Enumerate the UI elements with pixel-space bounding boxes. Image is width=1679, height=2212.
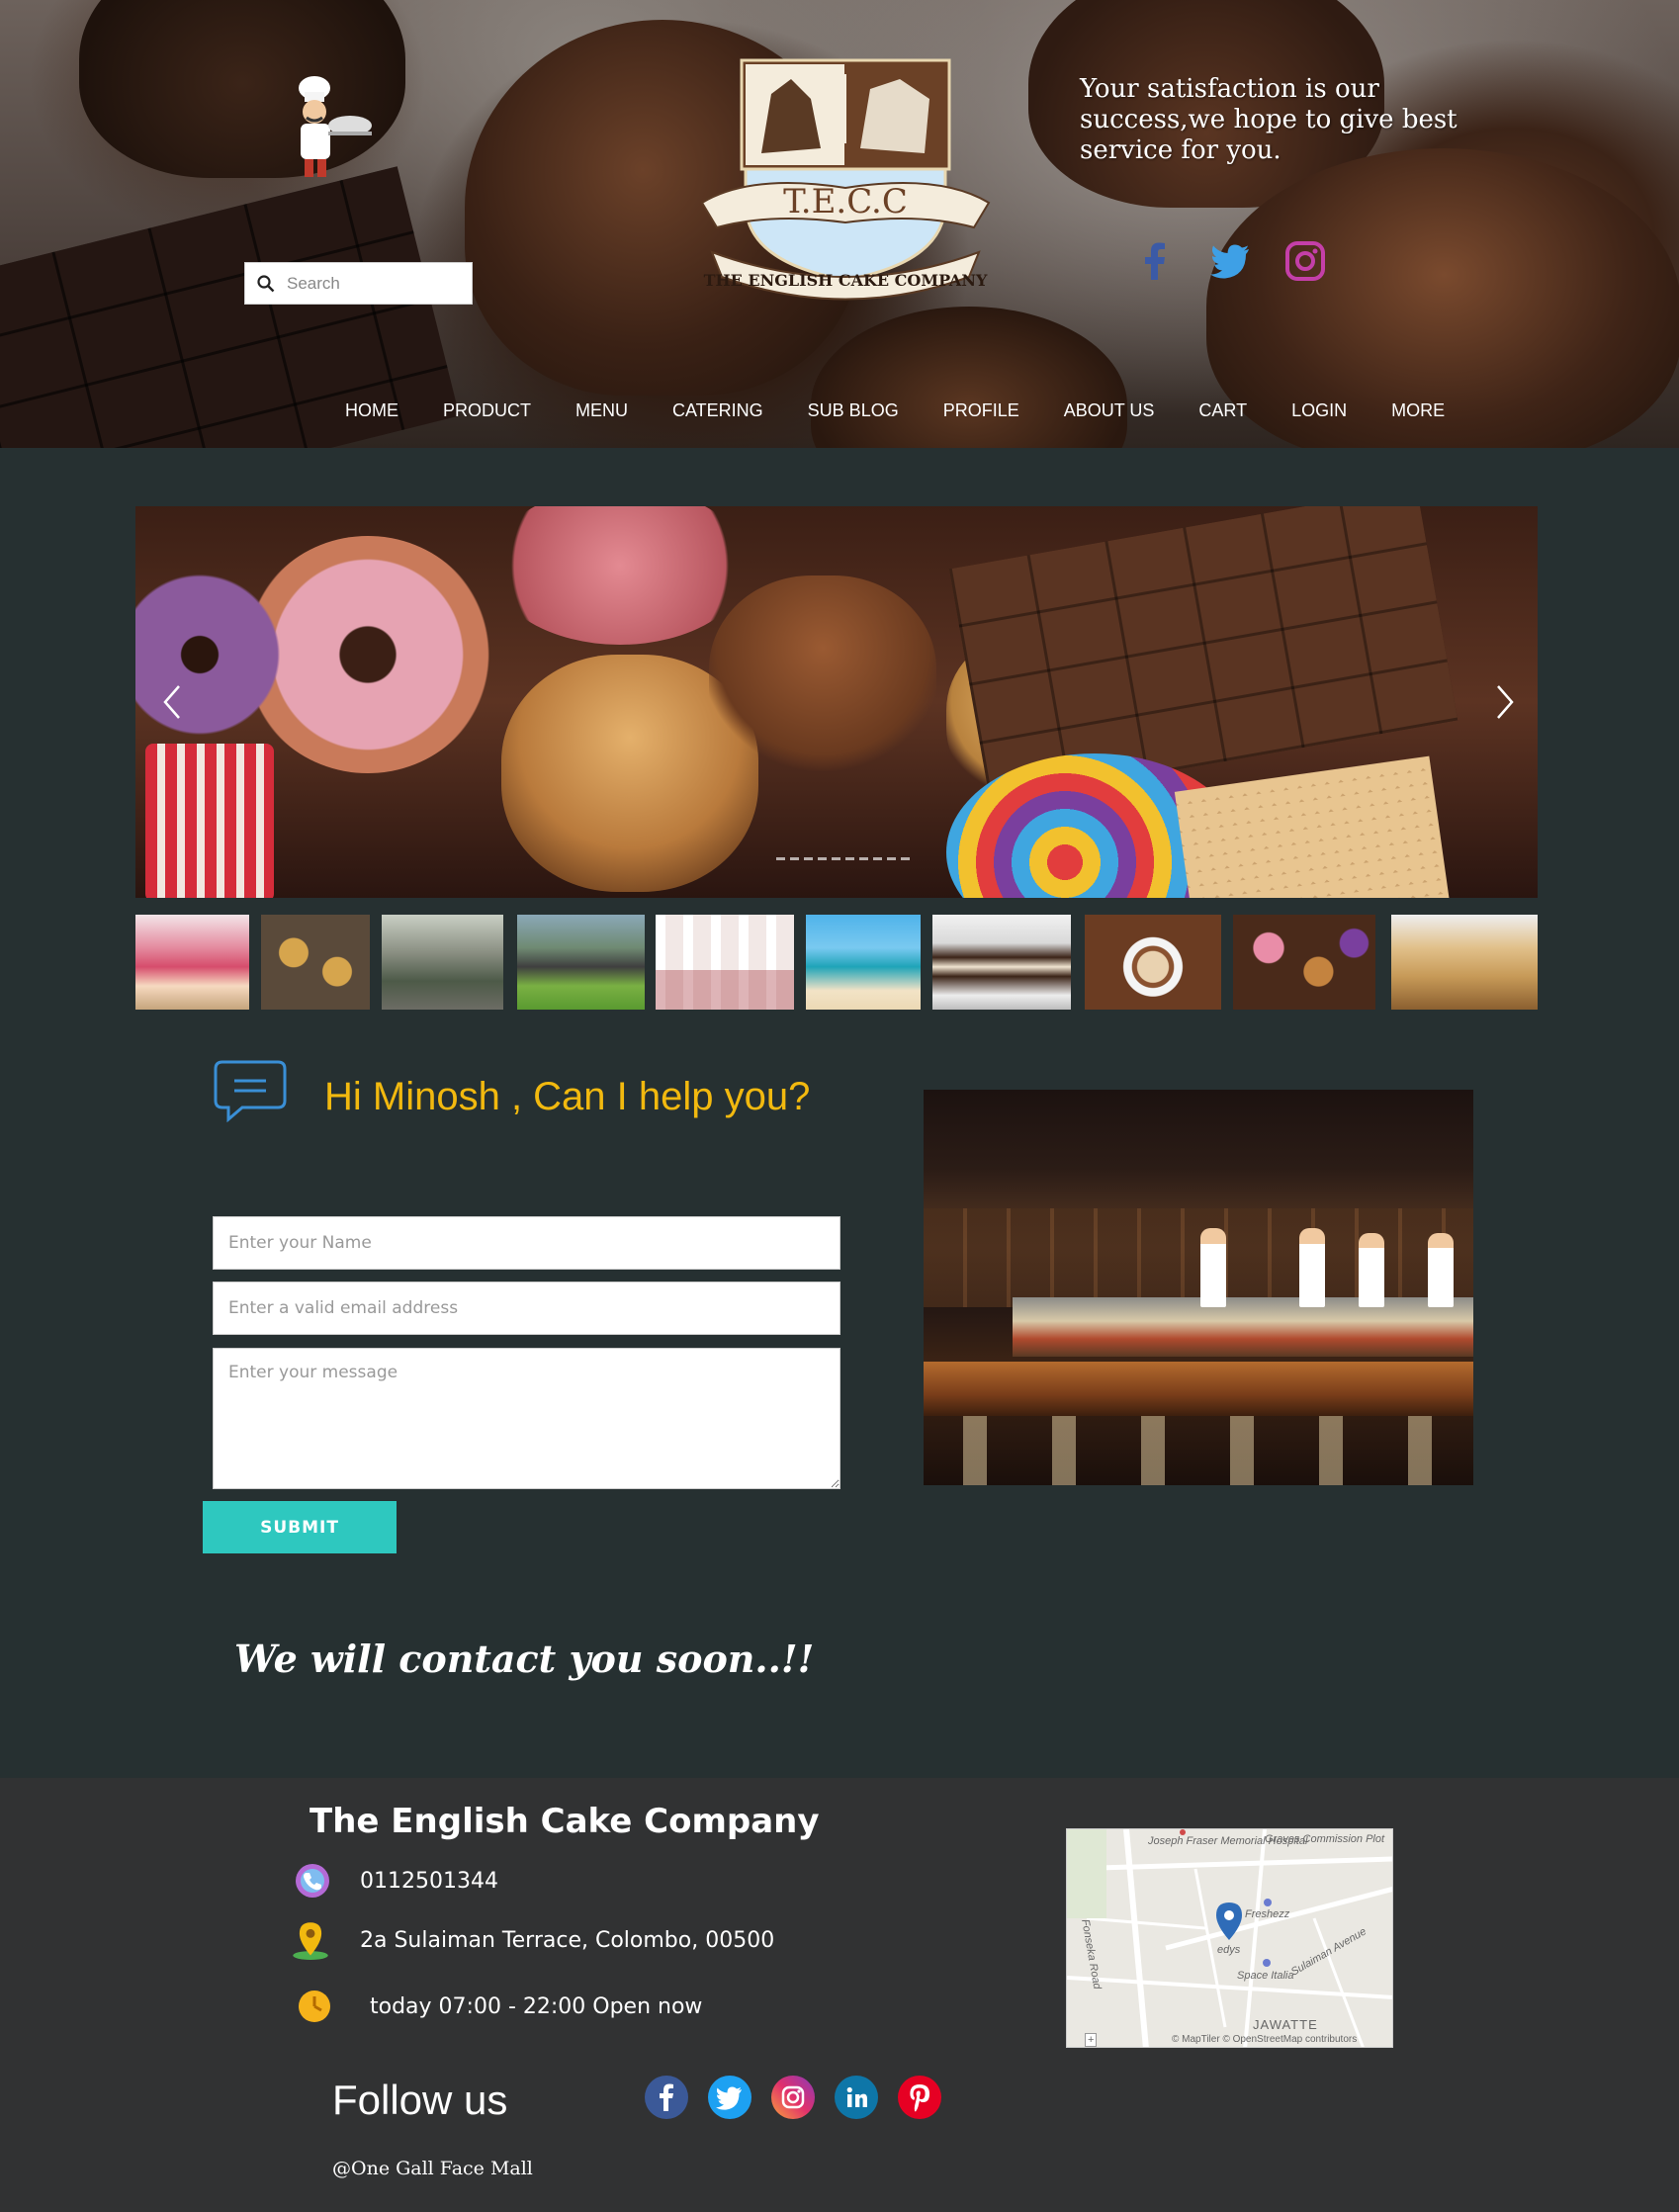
kitchen-shelves	[924, 1208, 1473, 1307]
carousel-prev-icon[interactable]	[157, 682, 187, 722]
follow-us-label: Follow us	[332, 2077, 508, 2123]
nav-catering[interactable]: CATERING	[672, 400, 763, 421]
company-logo-crest: T.E.C.C THE ENGLISH CAKE COMPANY	[700, 58, 991, 301]
carousel-dot[interactable]	[790, 857, 799, 860]
facebook-icon[interactable]	[1134, 240, 1176, 282]
contact-title: Hi Minosh , Can I help you?	[324, 1075, 811, 1118]
map-label: edys	[1217, 1944, 1241, 1956]
nav-login[interactable]: LOGIN	[1291, 400, 1347, 421]
chocolate-bar-image	[948, 506, 1458, 803]
thumbnail-donuts[interactable]	[1233, 915, 1375, 1010]
chat-bubble-icon	[214, 1060, 287, 1122]
wafer-image	[1174, 755, 1451, 898]
search-input[interactable]	[287, 273, 465, 294]
kitchen-stools	[924, 1416, 1473, 1485]
carousel-dot[interactable]	[873, 857, 882, 860]
thumbnail-coffee[interactable]	[1085, 915, 1221, 1010]
footer-company-name: The English Cake Company	[309, 1802, 820, 1841]
footer-address-row: 2a Sulaiman Terrace, Colombo, 00500	[291, 1920, 774, 1960]
footer-location: @One Gall Face Mall	[332, 2158, 533, 2179]
contact-confirmation: We will contact you soon..!!	[234, 1637, 815, 1681]
thumbnail-pound-cake[interactable]	[1391, 915, 1538, 1010]
nav-menu[interactable]: MENU	[575, 400, 628, 421]
logo-initials: T.E.C.C	[783, 182, 908, 221]
twitter-icon[interactable]	[708, 2076, 751, 2119]
ice-cream-image	[491, 506, 749, 645]
thumbnail-layer-cake[interactable]	[932, 915, 1071, 1010]
thumbnail-elephants[interactable]	[517, 915, 645, 1010]
nav-product[interactable]: PRODUCT	[443, 400, 531, 421]
header-social-links	[1134, 240, 1326, 282]
hero-carousel[interactable]	[135, 506, 1538, 898]
search-box[interactable]	[244, 262, 473, 305]
instagram-icon[interactable]	[771, 2076, 815, 2119]
carousel-dot[interactable]	[901, 857, 910, 860]
footer-phone-row: 0112501344	[295, 1863, 498, 1899]
chef-figure	[1299, 1228, 1325, 1307]
location-map[interactable]: Joseph Fraser Memorial Hospital Graves C…	[1066, 1828, 1393, 2048]
carousel-dot[interactable]	[859, 857, 868, 860]
nav-sub-blog[interactable]: SUB BLOG	[808, 400, 899, 421]
map-zoom-control[interactable]: +	[1085, 2033, 1098, 2047]
linkedin-icon[interactable]	[835, 2076, 878, 2119]
kitchen-photo	[924, 1090, 1473, 1485]
header-banner: T.E.C.C THE ENGLISH CAKE COMPANY Your sa…	[0, 0, 1679, 448]
carousel-dot[interactable]	[845, 857, 854, 860]
thumbnail-beach[interactable]	[806, 915, 921, 1010]
footer	[0, 1778, 1679, 2212]
message-field[interactable]	[213, 1348, 840, 1489]
footer-hours-row: today 07:00 - 22:00 Open now	[297, 1989, 702, 2024]
map-label: Freshezz	[1245, 1908, 1290, 1920]
phone-icon	[296, 1864, 329, 1898]
submit-button[interactable]: SUBMIT	[203, 1501, 397, 1553]
name-field[interactable]	[213, 1216, 840, 1270]
kitchen-bar	[924, 1362, 1473, 1416]
map-marker-icon[interactable]	[1214, 1902, 1244, 1941]
footer-social-links	[645, 2076, 941, 2119]
nav-about-us[interactable]: ABOUT US	[1064, 400, 1155, 421]
footer-address: 2a Sulaiman Terrace, Colombo, 00500	[360, 1927, 775, 1953]
nav-profile[interactable]: PROFILE	[943, 400, 1019, 421]
nav-home[interactable]: HOME	[345, 400, 398, 421]
twitter-icon[interactable]	[1209, 240, 1251, 282]
chef-figure	[1359, 1233, 1384, 1307]
map-label: Graves Commission Plot	[1265, 1833, 1385, 1845]
location-pin-icon	[293, 1922, 328, 1960]
footer-phone[interactable]: 0112501344	[360, 1869, 498, 1894]
carousel-dot[interactable]	[776, 857, 785, 860]
thumbnail-cheesecake[interactable]	[135, 915, 249, 1010]
carousel-dot[interactable]	[832, 857, 840, 860]
footer-hours: today 07:00 - 22:00 Open now	[370, 1993, 703, 2019]
thumbnail-building[interactable]	[382, 915, 503, 1010]
chef-mascot-icon	[299, 76, 372, 177]
facebook-icon[interactable]	[645, 2076, 688, 2119]
thumbnail-parfaits[interactable]	[656, 915, 794, 1010]
logo-text: THE ENGLISH CAKE COMPANY	[704, 271, 988, 290]
main-nav: HOME PRODUCT MENU CATERING SUB BLOG PROF…	[345, 400, 1445, 421]
thumbnail-pastries[interactable]	[261, 915, 370, 1010]
carousel-dot[interactable]	[804, 857, 813, 860]
carousel-dot[interactable]	[818, 857, 827, 860]
instagram-icon[interactable]	[1284, 240, 1326, 282]
pinterest-icon[interactable]	[898, 2076, 941, 2119]
muffin-image	[709, 575, 936, 783]
chef-figure	[1200, 1228, 1226, 1307]
nav-cart[interactable]: CART	[1198, 400, 1247, 421]
carousel-indicators	[776, 857, 910, 860]
map-label: Space Italia	[1237, 1970, 1294, 1982]
map-label: JAWATTE	[1253, 2017, 1318, 2032]
carousel-next-icon[interactable]	[1490, 682, 1520, 722]
chef-figure	[1428, 1233, 1454, 1307]
candy-image	[145, 744, 274, 898]
clock-icon	[299, 1991, 330, 2022]
search-icon	[257, 274, 275, 292]
nav-more[interactable]: MORE	[1391, 400, 1445, 421]
carousel-thumbnails	[135, 915, 1538, 1010]
email-field[interactable]	[213, 1282, 840, 1335]
kitchen-counter	[1013, 1297, 1473, 1357]
map-attribution[interactable]: © MapTiler © OpenStreetMap contributors	[1172, 2034, 1357, 2045]
cupcake-image	[811, 307, 1127, 448]
header-tagline: Your satisfaction is our success,we hope…	[1080, 74, 1458, 165]
carousel-dot[interactable]	[887, 857, 896, 860]
